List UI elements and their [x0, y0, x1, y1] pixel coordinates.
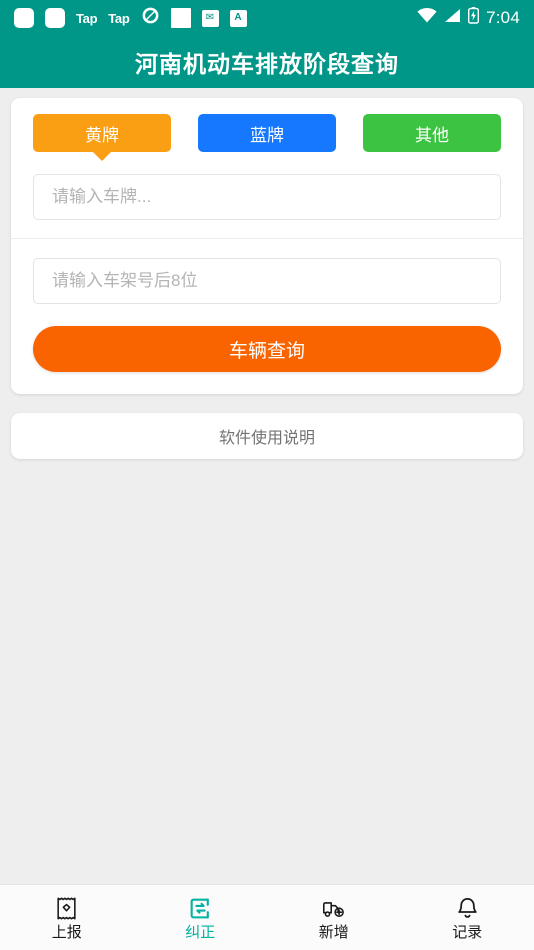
- bell-icon: [454, 895, 480, 921]
- software-instructions-button[interactable]: 软件使用说明: [11, 413, 523, 459]
- status-bar-system-icons: 7:04: [417, 7, 520, 29]
- rounded-square-icon: [14, 8, 34, 28]
- plate-number-input[interactable]: [33, 174, 501, 220]
- receipt-icon: [54, 895, 80, 921]
- tab-yellow-plate-label: 黄牌: [85, 125, 119, 145]
- status-bar-notification-icons: Tap Tap ✉ A: [14, 6, 247, 30]
- status-bar-clock: 7:04: [486, 8, 520, 27]
- tab-blue-plate[interactable]: 蓝牌: [198, 114, 336, 152]
- plate-type-tabs: 黄牌 蓝牌 其他: [11, 114, 523, 152]
- nav-item-records-label: 记录: [452, 924, 483, 941]
- signal-icon: [444, 8, 461, 28]
- tab-other-plate-label: 其他: [415, 125, 449, 145]
- software-instructions-label: 软件使用说明: [218, 430, 315, 447]
- mail-icon: ✉: [201, 9, 219, 27]
- battery-icon: [468, 7, 480, 29]
- square-icon: [170, 8, 191, 28]
- letter-a-icon: A: [229, 9, 247, 27]
- nav-item-add-label: 新增: [318, 924, 349, 941]
- vin-field-wrap: [11, 258, 523, 304]
- app-screen: Tap Tap ✉ A 7:04 河南机动车排放阶段查询 黄牌 蓝牌 其他 请输…: [0, 0, 534, 950]
- app-bar: 河南机动车排放阶段查询: [0, 36, 534, 88]
- tab-yellow-plate[interactable]: 黄牌: [33, 114, 171, 152]
- document-exchange-icon: [187, 895, 213, 921]
- sync-icon: [141, 6, 160, 30]
- truck-plus-icon: [321, 895, 347, 921]
- submit-wrap: 车辆查询: [11, 326, 523, 372]
- tab-blue-plate-label: 蓝牌: [250, 125, 284, 145]
- page-content: 黄牌 蓝牌 其他 车辆查询 软件使用说明: [0, 88, 534, 884]
- wifi-icon: [417, 7, 437, 28]
- query-card: 黄牌 蓝牌 其他 车辆查询: [11, 98, 523, 394]
- tap-icon: Tap: [76, 10, 98, 26]
- vehicle-query-button[interactable]: 车辆查询: [33, 326, 501, 372]
- plate-field-wrap: [11, 174, 523, 220]
- status-bar: Tap Tap ✉ A 7:04: [0, 0, 534, 36]
- nav-item-report[interactable]: 上报: [0, 895, 134, 940]
- bottom-navigation-bar: 上报 纠正 新增 记录: [0, 884, 534, 950]
- nav-item-correct-label: 纠正: [185, 924, 216, 941]
- rounded-square-icon: [45, 8, 65, 28]
- nav-item-correct[interactable]: 纠正: [134, 895, 268, 940]
- nav-item-report-label: 上报: [51, 924, 82, 941]
- nav-item-records[interactable]: 记录: [401, 895, 534, 940]
- tap-icon: Tap: [108, 10, 130, 26]
- page-title: 河南机动车排放阶段查询: [135, 51, 399, 77]
- tab-other-plate[interactable]: 其他: [363, 114, 501, 152]
- nav-item-add[interactable]: 新增: [267, 895, 401, 940]
- vin-suffix-input[interactable]: [33, 258, 501, 304]
- field-divider: [11, 238, 523, 239]
